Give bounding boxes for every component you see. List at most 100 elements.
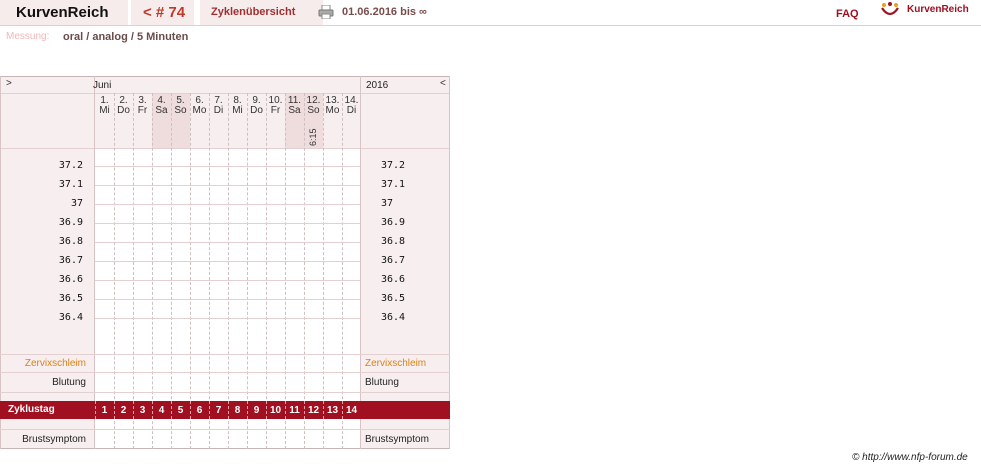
day-column-separator (285, 93, 286, 449)
right-col-divider (360, 76, 361, 449)
kurvenreich-logo-icon[interactable] (880, 2, 900, 20)
cycle-day-number: 3 (139, 405, 146, 416)
day-column-separator (209, 93, 210, 449)
cycle-day-separator (285, 401, 286, 419)
cycle-day-separator (95, 401, 96, 419)
temperature-label-right: 36.9 (381, 217, 406, 228)
frame-bottom (0, 448, 450, 449)
cervix-label-left: Zervixschleim (24, 358, 86, 369)
day-name: Do (250, 105, 263, 116)
cervix-row-top (0, 354, 450, 355)
cycle-day-number: 1 (101, 405, 108, 416)
temperature-gridline (95, 299, 360, 300)
faq-link[interactable]: FAQ (836, 8, 859, 20)
cycle-day-separator (247, 401, 248, 419)
copyright-text: © http://www.nfp-forum.de (852, 452, 968, 463)
temperature-gridline (95, 318, 360, 319)
cycle-day-separator (342, 401, 343, 419)
temperature-label-right: 37.1 (381, 179, 406, 190)
day-column-separator (304, 93, 305, 449)
cycle-overview-tab[interactable]: Zyklenübersicht (200, 0, 324, 25)
printer-icon[interactable] (318, 5, 334, 19)
cervix-label-right: Zervixschleim (365, 358, 427, 369)
temperature-label-right: 36.5 (381, 293, 406, 304)
cycle-day-number: 14 (345, 405, 358, 416)
temperature-label-left: 36.4 (58, 312, 83, 323)
logo-text[interactable]: KurvenReich (907, 4, 969, 15)
cycle-day-number: 9 (253, 405, 260, 416)
cycle-day-number: 5 (177, 405, 184, 416)
breast-label-right: Brustsymptom (365, 434, 429, 445)
day-name: Mi (99, 105, 110, 116)
breast-row-top (0, 429, 450, 430)
temperature-gridline (95, 261, 360, 262)
time-label: 6:15 (308, 128, 318, 146)
cycle-nav-tab[interactable]: < # 74 (131, 0, 195, 25)
cycle-day-separator (190, 401, 191, 419)
day-name: Mi (232, 105, 243, 116)
brand-title: KurvenReich (16, 4, 109, 21)
year-label: 2016 (366, 80, 389, 91)
temperature-label-left: 36.7 (58, 255, 83, 266)
cycle-day-number: 2 (120, 405, 127, 416)
cycle-day-separator (209, 401, 210, 419)
cycle-day-number: 13 (326, 405, 339, 416)
temperature-gridline (95, 166, 360, 167)
day-name: Di (346, 105, 357, 116)
temperature-label-left: 36.6 (58, 274, 83, 285)
day-name: So (307, 105, 320, 116)
measurement-value: oral / analog / 5 Minuten (63, 31, 189, 43)
cycle-day-number: 7 (215, 405, 222, 416)
temperature-label-left: 36.5 (58, 293, 83, 304)
day-name: Di (213, 105, 224, 116)
left-col-divider (94, 76, 95, 449)
cycle-number: < # 74 (143, 4, 186, 21)
temperature-label-left: 37.1 (58, 179, 83, 190)
cycle-day-separator (304, 401, 305, 419)
frame-left (0, 76, 1, 449)
cycle-day-label: Zyklustag (8, 404, 55, 415)
temperature-label-right: 37 (381, 198, 394, 209)
day-column-separator (114, 93, 115, 449)
day-column-separator (133, 93, 134, 449)
measurement-label: Messung: (6, 31, 50, 42)
cycle-overview-label: Zyklenübersicht (211, 6, 296, 18)
cycle-day-separator (152, 401, 153, 419)
day-name: So (174, 105, 187, 116)
nav-next-arrow[interactable]: < (440, 78, 446, 89)
day-name: Do (117, 105, 130, 116)
bleeding-label-right: Blutung (365, 377, 399, 388)
cycle-day-number: 4 (158, 405, 165, 416)
cycle-day-separator (114, 401, 115, 419)
temperature-label-left: 36.9 (58, 217, 83, 228)
day-name: Sa (288, 105, 301, 116)
day-name: Mo (192, 105, 207, 116)
temperature-label-right: 37.2 (381, 160, 406, 171)
temperature-gridline (95, 204, 360, 205)
day-name: Fr (137, 105, 148, 116)
temperature-gridline (95, 242, 360, 243)
day-name: Fr (270, 105, 281, 116)
bleeding-row-top (0, 372, 450, 373)
cycle-day-separator (228, 401, 229, 419)
month-row-line (0, 93, 450, 94)
cycle-day-number: 11 (289, 405, 300, 416)
date-range: 01.06.2016 bis ∞ (342, 6, 427, 18)
cycle-day-separator (133, 401, 134, 419)
brand-tab[interactable]: KurvenReich (0, 0, 129, 25)
temperature-label-right: 36.8 (381, 236, 406, 247)
temperature-gridline (95, 223, 360, 224)
day-column-separator (190, 93, 191, 449)
nav-prev-arrow[interactable]: > (6, 78, 12, 89)
day-column-separator (342, 93, 343, 449)
header-bottom-line (0, 148, 450, 149)
temperature-label-right: 36.4 (381, 312, 406, 323)
temperature-label-left: 36.8 (58, 236, 83, 247)
cycle-day-number: 12 (307, 405, 320, 416)
day-name: Sa (155, 105, 168, 116)
day-column-separator (228, 93, 229, 449)
day-name: Mo (325, 105, 340, 116)
temperature-label-left: 37.2 (58, 160, 83, 171)
frame-right (449, 76, 450, 449)
day-column-separator (323, 93, 324, 449)
